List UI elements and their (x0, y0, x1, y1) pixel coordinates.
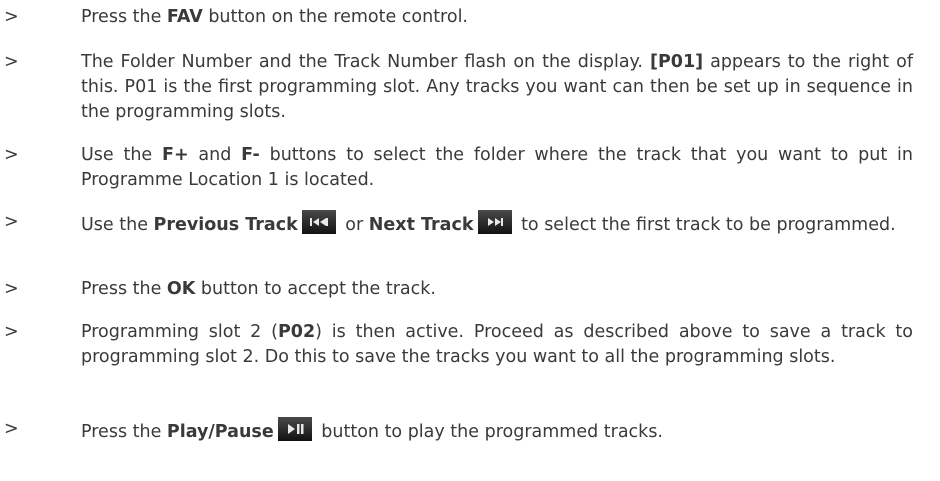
p02-slot-label: P02 (277, 322, 316, 342)
step-text: Press the FAV button on the remote contr… (81, 5, 913, 30)
step-text: Use the Previous Track or Next Track to … (81, 210, 913, 238)
text-run: and (188, 145, 242, 165)
text-run: or (339, 215, 369, 235)
step-text: Press the OK button to accept the track. (81, 277, 913, 302)
text-run: The Folder Number and the Track Number f… (81, 52, 650, 72)
text-run: Use the (81, 145, 162, 165)
play-pause-label: Play/Pause (166, 422, 274, 442)
step-marker: > (4, 145, 19, 165)
text-run: button to accept the track. (195, 279, 436, 299)
text-run: Programming slot 2 ( (81, 322, 278, 342)
next-track-label: Next Track (368, 215, 474, 235)
text-run: Press the (81, 279, 167, 299)
text-run: to select the first track to be programm… (515, 215, 896, 235)
previous-track-icon (301, 210, 336, 234)
previous-track-label: Previous Track (153, 215, 298, 235)
step-marker: > (4, 52, 19, 72)
text-run: Press the (81, 422, 167, 442)
step-text: Programming slot 2 (P02) is then active.… (81, 320, 913, 370)
folder-down-button-label: F- (241, 145, 260, 165)
step-marker: > (4, 7, 19, 27)
folder-up-button-label: F+ (161, 145, 189, 165)
play-pause-icon (277, 417, 312, 441)
ok-button-label: OK (166, 279, 196, 299)
p01-slot-label: [P01] (649, 52, 704, 72)
step-marker: > (4, 419, 19, 439)
next-track-icon (477, 210, 512, 234)
step-marker: > (4, 212, 19, 232)
instruction-page: > Press the FAV button on the remote con… (0, 0, 940, 481)
step-marker: > (4, 322, 19, 342)
text-run: button on the remote control. (202, 7, 468, 27)
text-run: Press the (81, 7, 167, 27)
text-run: Use the (81, 215, 154, 235)
step-text: Press the Play/Pause button to play the … (81, 417, 913, 445)
step-marker: > (4, 279, 19, 299)
step-text: Use the F+ and F- buttons to select the … (81, 143, 913, 193)
fav-button-label: FAV (166, 7, 203, 27)
text-run: button to play the programmed tracks. (315, 422, 663, 442)
step-text: The Folder Number and the Track Number f… (81, 50, 913, 125)
